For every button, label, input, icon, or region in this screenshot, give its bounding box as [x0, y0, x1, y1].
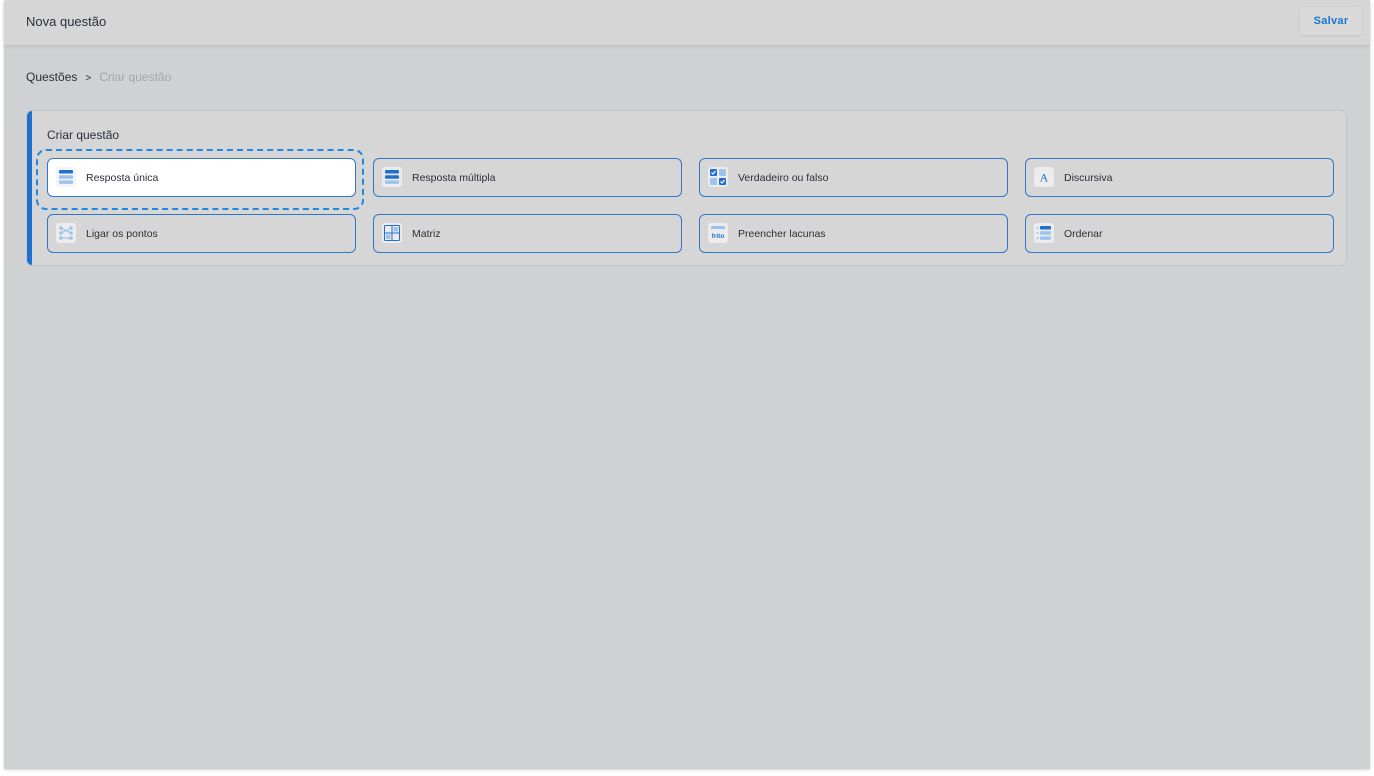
- single-answer-icon: [56, 167, 76, 187]
- true-false-icon: [708, 167, 728, 187]
- breadcrumb-separator: >: [85, 73, 92, 84]
- breadcrumb-current: Criar questão: [99, 70, 172, 84]
- multiple-answer-icon: [382, 167, 402, 187]
- option-discursiva[interactable]: A Discursiva: [1025, 158, 1334, 197]
- top-bar: Nova questão Salvar: [4, 0, 1370, 45]
- option-preencher-lacunas[interactable]: frito Preencher lacunas: [699, 214, 1008, 253]
- fill-blanks-icon: frito: [708, 223, 728, 243]
- matrix-icon: [382, 223, 402, 243]
- save-button[interactable]: Salvar: [1300, 7, 1362, 35]
- option-label: Preencher lacunas: [738, 228, 826, 240]
- ordering-icon: [1034, 223, 1054, 243]
- option-label: Ordenar: [1064, 228, 1103, 240]
- option-ordenar[interactable]: Ordenar: [1025, 214, 1334, 253]
- svg-text:frito: frito: [712, 233, 725, 240]
- breadcrumb: Questões > Criar questão: [26, 70, 171, 84]
- option-verdadeiro-ou-falso[interactable]: Verdadeiro ou falso: [699, 158, 1008, 197]
- connect-dots-icon: [56, 223, 76, 243]
- option-label: Ligar os pontos: [86, 228, 158, 240]
- card-accent-bar: [27, 111, 32, 265]
- option-resposta-unica[interactable]: Resposta única: [47, 158, 356, 197]
- option-resposta-multipla[interactable]: Resposta múltipla: [373, 158, 682, 197]
- card-title: Criar questão: [47, 128, 120, 142]
- app-window: Nova questão Salvar Questões > Criar quest…: [4, 0, 1370, 769]
- option-label: Resposta única: [86, 172, 159, 184]
- option-matriz[interactable]: Matriz: [373, 214, 682, 253]
- option-label: Resposta múltipla: [412, 172, 496, 184]
- page-title: Nova questão: [26, 14, 107, 29]
- option-label: Discursiva: [1064, 172, 1113, 184]
- breadcrumb-questions-link[interactable]: Questões: [26, 70, 77, 84]
- option-label: Verdadeiro ou falso: [738, 172, 829, 184]
- option-ligar-os-pontos[interactable]: Ligar os pontos: [47, 214, 356, 253]
- option-label: Matriz: [412, 228, 441, 240]
- essay-icon: A: [1034, 167, 1054, 187]
- svg-text:A: A: [1040, 171, 1049, 185]
- create-question-card: Criar questão Resposta única Resposta mú…: [26, 110, 1347, 266]
